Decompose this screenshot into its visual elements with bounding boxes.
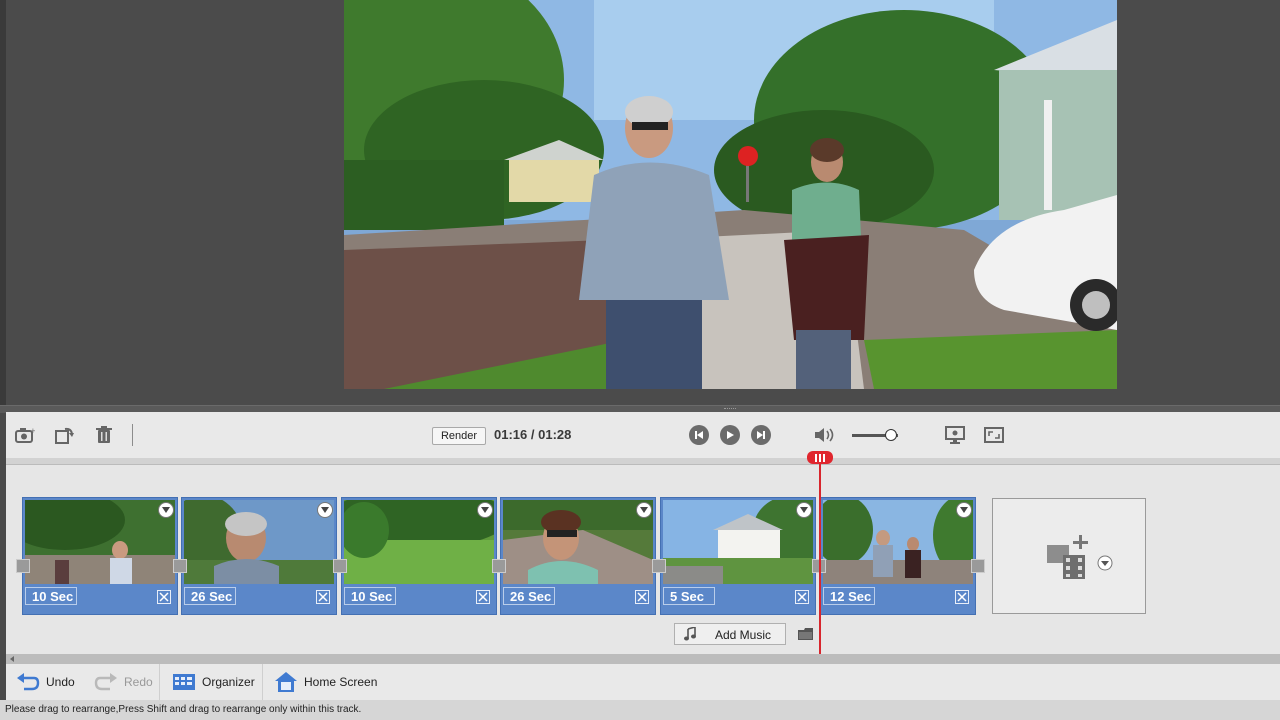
add-media-icon: [1047, 535, 1113, 579]
transition-icon[interactable]: [795, 590, 809, 604]
speaker-icon[interactable]: [814, 424, 836, 446]
clip[interactable]: 10 Sec: [342, 498, 496, 614]
display-settings-icon[interactable]: [944, 424, 966, 446]
splitter-grip[interactable]: [724, 408, 736, 411]
clip[interactable]: 26 Sec: [501, 498, 655, 614]
timeline-ruler[interactable]: [6, 458, 1280, 465]
time-total: 01:28: [538, 427, 572, 442]
chevron-down-icon: [640, 507, 648, 513]
timeline-scrollbar[interactable]: [6, 654, 1280, 664]
timeline-panel[interactable]: 10 Sec 26 Sec 10 Sec 26 Sec 5 Sec 12 Sec…: [6, 451, 1280, 654]
time-readout: 01:16 / 01:28: [494, 427, 571, 443]
clip-duration: 5 Sec: [663, 587, 715, 605]
home-screen-button[interactable]: Home Screen: [274, 664, 377, 700]
clip-menu-button[interactable]: [317, 502, 333, 518]
chevron-down-icon: [960, 507, 968, 513]
action-divider: [159, 664, 160, 700]
music-note-icon: [684, 627, 696, 641]
previous-button[interactable]: [689, 425, 709, 445]
transition-icon[interactable]: [635, 590, 649, 604]
home-icon: [275, 672, 297, 692]
clip-thumbnail: [344, 500, 494, 584]
trim-handle[interactable]: [173, 559, 187, 573]
video-preview[interactable]: [344, 0, 1117, 389]
transition-icon[interactable]: [476, 590, 490, 604]
time-separator: /: [530, 427, 535, 442]
action-bar: Undo Redo Organizer Home Screen: [6, 664, 1280, 700]
fullscreen-icon[interactable]: [983, 424, 1005, 446]
chevron-down-icon: [800, 507, 808, 513]
chevron-down-icon: [481, 507, 489, 513]
previous-icon: [695, 431, 703, 439]
clip-duration: 26 Sec: [503, 587, 555, 605]
clip-menu-button[interactable]: [636, 502, 652, 518]
clip-duration: 12 Sec: [823, 587, 875, 605]
render-button[interactable]: Render: [432, 427, 486, 445]
undo-button[interactable]: Undo: [16, 664, 75, 700]
play-button[interactable]: [720, 425, 740, 445]
folder-icon[interactable]: [798, 627, 814, 645]
camera-icon[interactable]: +: [14, 424, 36, 446]
redo-icon: [94, 673, 117, 691]
playback-toolbar: + Render 01:16 / 01:28: [6, 412, 1280, 458]
transition-icon[interactable]: [955, 590, 969, 604]
home-screen-label: Home Screen: [304, 675, 378, 689]
scroll-left-icon[interactable]: [10, 656, 14, 662]
clip[interactable]: 12 Sec: [821, 498, 975, 614]
chevron-down-icon: [321, 507, 329, 513]
play-icon: [727, 431, 734, 439]
trim-handle[interactable]: [333, 559, 347, 573]
clip-thumbnail: [503, 500, 653, 584]
trim-handle[interactable]: [492, 559, 506, 573]
organizer-button[interactable]: Organizer: [172, 664, 255, 700]
trim-handle[interactable]: [652, 559, 666, 573]
video-frame-image: [344, 0, 1117, 389]
trash-icon[interactable]: [93, 424, 115, 446]
next-button[interactable]: [751, 425, 771, 445]
time-current: 01:16: [494, 427, 528, 442]
transition-icon[interactable]: [157, 590, 171, 604]
add-music-label: Add Music: [715, 628, 772, 642]
clip-menu-button[interactable]: [796, 502, 812, 518]
next-icon: [757, 431, 765, 439]
clip-thumbnail: [663, 500, 813, 584]
clip[interactable]: 10 Sec: [23, 498, 177, 614]
panel-edge: [0, 0, 6, 405]
action-divider: [262, 664, 263, 700]
redo-label: Redo: [124, 675, 153, 689]
organizer-label: Organizer: [202, 675, 255, 689]
undo-label: Undo: [46, 675, 75, 689]
preview-panel: [0, 0, 1280, 405]
undo-icon: [17, 673, 40, 691]
clip[interactable]: 5 Sec: [661, 498, 815, 614]
organizer-icon: [173, 674, 195, 690]
rotate-icon[interactable]: [54, 424, 76, 446]
clip-menu-button[interactable]: [477, 502, 493, 518]
volume-slider-knob[interactable]: [885, 429, 898, 441]
status-bar: Please drag to rearrange,Press Shift and…: [0, 700, 1280, 720]
clip[interactable]: 26 Sec: [182, 498, 336, 614]
playhead-handle[interactable]: [807, 451, 833, 464]
transition-icon[interactable]: [316, 590, 330, 604]
clip-menu-button[interactable]: [956, 502, 972, 518]
trim-handle[interactable]: [16, 559, 30, 573]
clip-duration: 10 Sec: [25, 587, 77, 605]
redo-button[interactable]: Redo: [94, 664, 153, 700]
clip-menu-button[interactable]: [158, 502, 174, 518]
clip-duration: 26 Sec: [184, 587, 236, 605]
chevron-down-icon: [162, 507, 170, 513]
clip-thumbnail: [25, 500, 175, 584]
clip-thumbnail: [184, 500, 334, 584]
add-media-button[interactable]: [992, 498, 1146, 614]
toolbar-divider: [132, 424, 133, 446]
playhead-line[interactable]: [819, 458, 821, 654]
svg-text:+: +: [30, 427, 35, 435]
clip-duration: 10 Sec: [344, 587, 396, 605]
clip-thumbnail: [823, 500, 973, 584]
add-music-button[interactable]: Add Music: [674, 623, 786, 645]
trim-handle[interactable]: [971, 559, 985, 573]
